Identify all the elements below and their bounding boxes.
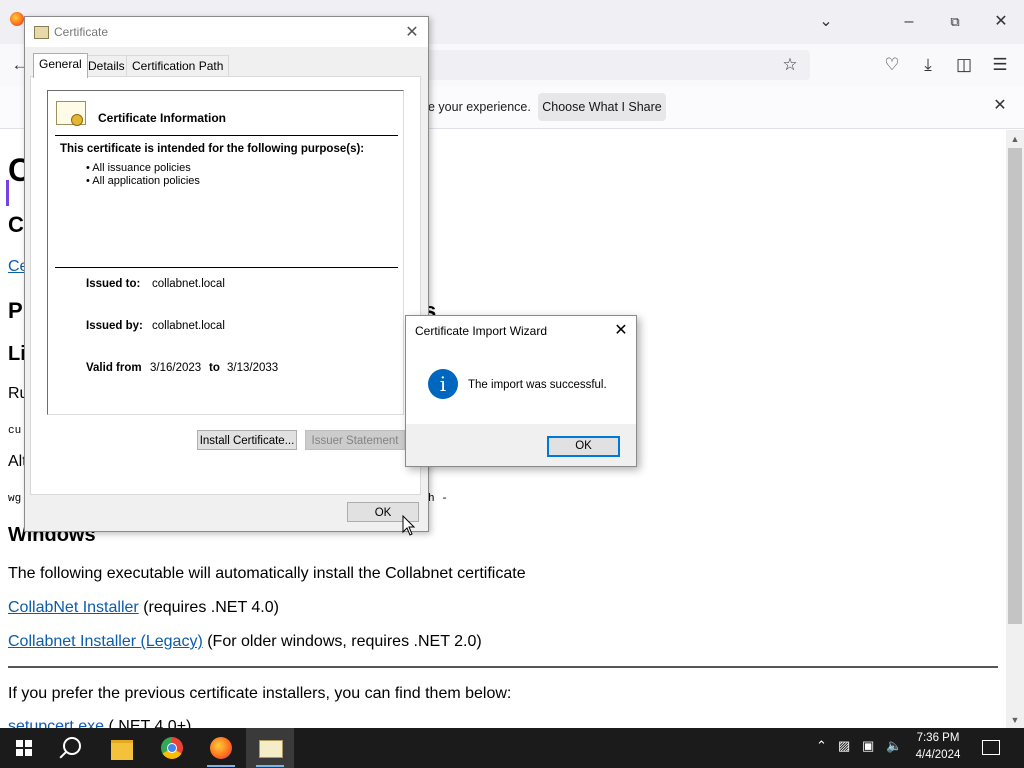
purpose-item: • All issuance policies bbox=[86, 162, 191, 174]
search-icon[interactable] bbox=[48, 728, 96, 768]
installer-line: CollabNet Installer (requires .NET 4.0) bbox=[8, 599, 279, 617]
notification-center-icon[interactable] bbox=[982, 740, 1000, 755]
setupcert-requirement: (.NET 4.0+) bbox=[108, 718, 192, 728]
collabnet-installer-link[interactable]: CollabNet Installer bbox=[8, 599, 139, 616]
heading-p-fragment: P bbox=[8, 298, 23, 323]
separator bbox=[55, 135, 398, 136]
tray-security-icon[interactable]: ▨ bbox=[838, 738, 850, 754]
pocket-icon[interactable]: ♡ bbox=[880, 53, 904, 77]
valid-from-label: Valid from bbox=[86, 362, 142, 374]
windows-description: The following executable will automatica… bbox=[8, 565, 526, 582]
tray-overflow-chevron-icon[interactable]: ⌃ bbox=[816, 738, 827, 754]
mouse-cursor-icon bbox=[402, 515, 416, 536]
bookmark-star-icon[interactable]: ☆ bbox=[778, 53, 802, 77]
clock-date[interactable]: 4/4/2024 bbox=[910, 749, 966, 761]
certificate-close-icon[interactable]: ✕ bbox=[402, 23, 422, 43]
setupcert-line: setupcert.exe (.NET 4.0+) bbox=[8, 718, 191, 728]
scroll-thumb[interactable] bbox=[1008, 148, 1022, 624]
app-menu-icon[interactable]: ☰ bbox=[988, 53, 1012, 77]
certificate-icon bbox=[56, 101, 86, 126]
certificate-information-box: Certificate Information This certificate… bbox=[47, 90, 404, 415]
installer-requirement: (requires .NET 4.0) bbox=[143, 599, 279, 616]
wizard-close-icon[interactable]: ✕ bbox=[611, 321, 631, 341]
chrome-icon[interactable] bbox=[148, 728, 196, 768]
certificate-titlebar: Certificate ✕ bbox=[25, 17, 428, 47]
firefox-logo-icon bbox=[10, 12, 24, 26]
scroll-up-icon[interactable]: ▲ bbox=[1009, 133, 1021, 145]
page-scrollbar[interactable]: ▲ ▼ bbox=[1006, 130, 1024, 728]
purpose-item: • All application policies bbox=[86, 175, 200, 187]
downloads-icon[interactable]: ⤓ bbox=[916, 53, 940, 77]
tab-general[interactable]: General bbox=[33, 53, 88, 78]
restore-icon[interactable]: ⧉ bbox=[943, 10, 967, 34]
notification-text: e your experience. bbox=[428, 100, 531, 114]
start-button-icon[interactable] bbox=[0, 728, 48, 768]
valid-from-value: 3/16/2023 bbox=[150, 362, 202, 374]
certificate-dialog: Certificate ✕ General Details Certificat… bbox=[24, 16, 429, 532]
legacy-installer-link[interactable]: Collabnet Installer (Legacy) bbox=[8, 633, 203, 650]
wizard-message: The import was successful. bbox=[468, 379, 607, 391]
network-icon[interactable]: ▣ bbox=[862, 738, 874, 754]
general-tab-panel: Certificate Information This certificate… bbox=[30, 76, 421, 495]
legacy-requirement: (For older windows, requires .NET 2.0) bbox=[207, 633, 482, 650]
tab-details[interactable]: Details bbox=[82, 55, 131, 77]
firefox-icon[interactable] bbox=[197, 728, 245, 768]
code-wg-tail: h - bbox=[428, 493, 448, 505]
import-wizard-dialog: Certificate Import Wizard ✕ i The import… bbox=[405, 315, 637, 467]
list-all-tabs-icon[interactable]: ⌄ bbox=[814, 10, 838, 34]
scroll-down-icon[interactable]: ▼ bbox=[1009, 714, 1021, 726]
windows-taskbar: ⌃ ▨ ▣ 🔈 7:36 PM 4/4/2024 bbox=[0, 728, 1024, 768]
file-explorer-icon[interactable] bbox=[98, 728, 146, 768]
install-certificate-button[interactable]: Install Certificate... bbox=[197, 430, 297, 450]
minimize-icon[interactable]: – bbox=[897, 10, 921, 34]
clock-time[interactable]: 7:36 PM bbox=[914, 732, 962, 744]
window-close-icon[interactable]: ✕ bbox=[989, 10, 1013, 34]
horizontal-rule bbox=[8, 666, 998, 668]
url-field[interactable] bbox=[420, 50, 810, 80]
previous-installers-text: If you prefer the previous certificate i… bbox=[8, 685, 512, 702]
info-icon: i bbox=[428, 369, 458, 399]
wizard-title: Certificate Import Wizard bbox=[415, 324, 548, 338]
legacy-installer-line: Collabnet Installer (Legacy) (For older … bbox=[8, 633, 482, 651]
issued-to-value: collabnet.local bbox=[152, 278, 225, 290]
choose-what-i-share-button[interactable]: Choose What I Share bbox=[538, 93, 666, 121]
issued-by-value: collabnet.local bbox=[152, 320, 225, 332]
valid-to-value: 3/13/2033 bbox=[227, 362, 279, 374]
tab-certification-path[interactable]: Certification Path bbox=[126, 55, 230, 77]
purpose-heading: This certificate is intended for the fol… bbox=[60, 143, 365, 155]
code-wg-fragment: wg bbox=[8, 493, 22, 505]
valid-to-label: to bbox=[209, 362, 220, 374]
section-heading-fragment: C bbox=[8, 212, 24, 237]
certificate-manager-icon[interactable] bbox=[246, 728, 294, 768]
issued-by-label: Issued by: bbox=[86, 320, 143, 332]
certificate-small-icon bbox=[34, 26, 49, 39]
separator bbox=[55, 267, 398, 268]
issued-to-label: Issued to: bbox=[86, 278, 141, 290]
code-cu-fragment: cu bbox=[8, 425, 22, 437]
wizard-footer: OK bbox=[406, 424, 636, 466]
extensions-icon[interactable]: ◫ bbox=[952, 53, 976, 77]
notification-close-icon[interactable]: ✕ bbox=[990, 96, 1010, 116]
certificate-dialog-title: Certificate bbox=[54, 25, 109, 39]
wizard-ok-button[interactable]: OK bbox=[547, 436, 620, 457]
volume-muted-icon[interactable]: 🔈 bbox=[886, 738, 902, 754]
setupcert-link[interactable]: setupcert.exe bbox=[8, 718, 104, 728]
issuer-statement-button: Issuer Statement bbox=[305, 430, 405, 450]
certificate-information-title: Certificate Information bbox=[98, 111, 227, 125]
